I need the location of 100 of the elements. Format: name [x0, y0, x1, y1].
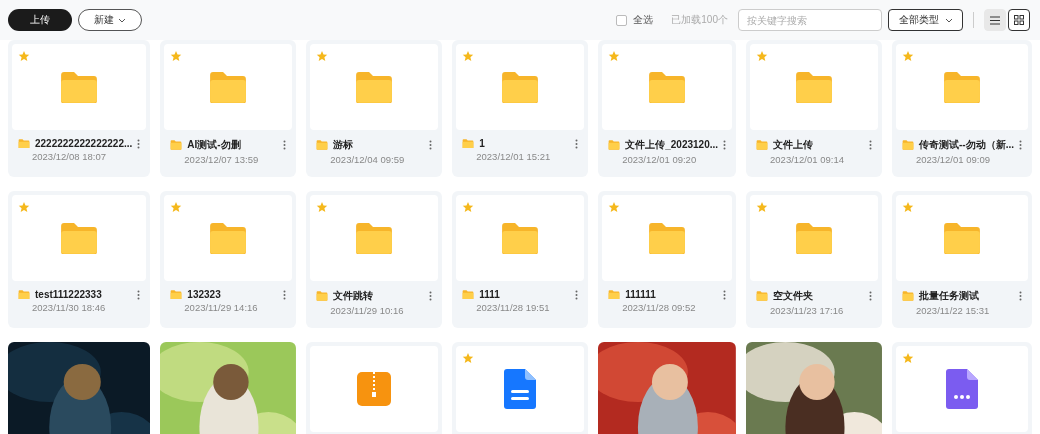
star-icon[interactable]: [316, 201, 329, 213]
folder-icon: [316, 140, 329, 150]
file-card[interactable]: 批量任务测试 2023/11/22 15:31: [892, 191, 1032, 328]
star-icon[interactable]: [316, 50, 329, 62]
folder-icon: [170, 140, 183, 150]
type-filter-dropdown[interactable]: 全部类型: [888, 9, 963, 31]
folder-icon: [794, 70, 834, 104]
star-icon[interactable]: [462, 50, 475, 62]
star-icon[interactable]: [902, 50, 914, 62]
file-name: 111111: [625, 289, 657, 300]
more-icon[interactable]: [429, 140, 433, 150]
folder-icon: [942, 70, 982, 104]
star-icon[interactable]: [462, 352, 475, 364]
folder-icon: [462, 289, 475, 300]
folder-icon: [608, 140, 621, 150]
more-icon[interactable]: [869, 140, 872, 150]
more-icon[interactable]: [1019, 140, 1022, 150]
file-name: 空文件夹: [773, 289, 815, 303]
file-card[interactable]: AI测试-勿删 2023/12/07 13:59: [160, 40, 297, 177]
file-name: 2222222222222222...: [35, 138, 133, 149]
more-icon[interactable]: [429, 291, 433, 301]
more-icon[interactable]: [575, 138, 579, 149]
modified-date: 2023/11/22 15:31: [915, 304, 991, 316]
chevron-down-icon: [944, 17, 953, 23]
modified-date: 2023/12/04 09:59: [329, 153, 406, 165]
file-card[interactable]: 1111 2023/11/28 19:51: [452, 191, 589, 328]
folder-icon: [354, 70, 395, 104]
star-icon[interactable]: [608, 201, 621, 213]
more-icon[interactable]: [723, 140, 727, 150]
star-icon[interactable]: [170, 50, 183, 62]
folder-icon: [59, 70, 100, 104]
star-icon[interactable]: [170, 201, 183, 213]
folder-icon: [354, 221, 395, 255]
file-card[interactable]: 1 2023/12/01 15:21: [452, 40, 589, 177]
folder-icon: [794, 221, 834, 255]
folder-icon: [18, 138, 30, 149]
star-icon[interactable]: [756, 201, 769, 213]
file-name: 132323: [187, 289, 222, 300]
modified-date: 2023/12/07 13:59: [183, 153, 260, 165]
folder-icon: [316, 291, 329, 301]
file-card[interactable]: 文件跳转 2023/11/29 10:16: [306, 191, 443, 328]
file-card[interactable]: 空文件夹 2023/11/23 17:16: [746, 191, 882, 328]
modified-date: 2023/12/08 18:07: [31, 150, 107, 162]
new-button[interactable]: 新建: [78, 9, 142, 31]
folder-icon: [208, 70, 249, 104]
star-icon[interactable]: [902, 352, 914, 364]
file-card[interactable]: 文件上传_2023120... 2023/12/01 09:20: [598, 40, 737, 177]
more-icon[interactable]: [723, 289, 727, 300]
modified-date: 2023/12/01 15:21: [475, 150, 552, 162]
folder-icon: [647, 70, 688, 104]
star-icon[interactable]: [756, 50, 769, 62]
file-icon: [946, 369, 978, 409]
file-card[interactable]: 111111 2023/11/28 09:52: [598, 191, 737, 328]
folder-icon: [756, 291, 769, 301]
select-all-checkbox[interactable]: [616, 14, 628, 26]
star-icon[interactable]: [608, 50, 621, 62]
star-icon[interactable]: [902, 201, 914, 213]
file-name: 1111: [479, 289, 501, 300]
file-card[interactable]: 132323 2023/11/29 14:16: [160, 191, 297, 328]
grid-view-button[interactable]: [1008, 9, 1030, 31]
star-icon[interactable]: [18, 201, 30, 213]
folder-icon: [59, 221, 100, 255]
file-name: 游标: [333, 138, 355, 152]
star-icon[interactable]: [18, 50, 30, 62]
file-name: test111222333: [35, 289, 103, 300]
file-name: 批量任务测试: [919, 289, 980, 303]
more-icon[interactable]: [137, 138, 141, 149]
modified-date: 2023/12/01 09:14: [769, 153, 845, 165]
more-icon[interactable]: [283, 140, 287, 150]
search-field[interactable]: 按关键字搜索: [738, 9, 882, 31]
file-card[interactable]: 传奇测试--勿动（新... 2023/12/01 09:09: [892, 40, 1032, 177]
folder-icon: [500, 70, 541, 104]
more-icon[interactable]: [137, 289, 141, 300]
folder-icon: [462, 138, 475, 149]
grid-icon: [1014, 15, 1024, 25]
folder-icon: [647, 221, 688, 255]
more-icon[interactable]: [1019, 291, 1022, 301]
file-card[interactable]: test111222333 2023/11/30 18:46: [8, 191, 151, 328]
folder-icon: [942, 221, 982, 255]
folder-icon: [170, 289, 183, 300]
more-icon[interactable]: [575, 289, 579, 300]
modified-date: 2023/12/01 09:20: [621, 153, 698, 165]
folder-icon: [608, 289, 621, 300]
more-icon[interactable]: [869, 291, 872, 301]
file-name: 1: [479, 138, 486, 149]
folder-icon: [18, 289, 30, 300]
more-icon[interactable]: [283, 289, 287, 300]
file-card[interactable]: 2222222222222222... 2023/12/08 18:07: [8, 40, 151, 177]
modified-date: 2023/11/29 10:16: [329, 304, 405, 316]
select-all-label: 全选: [633, 13, 654, 27]
modified-date: 2023/12/01 09:09: [915, 153, 991, 165]
upload-button[interactable]: 上传: [8, 9, 72, 31]
star-icon[interactable]: [462, 201, 475, 213]
file-name: 文件跳转: [333, 289, 375, 303]
zip-file-icon: [357, 372, 392, 406]
list-view-button[interactable]: [984, 9, 1006, 31]
file-card[interactable]: 文件上传 2023/12/01 09:14: [746, 40, 882, 177]
modified-date: 2023/11/28 09:52: [621, 301, 697, 313]
folder-icon: [756, 140, 769, 150]
file-card[interactable]: 游标 2023/12/04 09:59: [306, 40, 443, 177]
